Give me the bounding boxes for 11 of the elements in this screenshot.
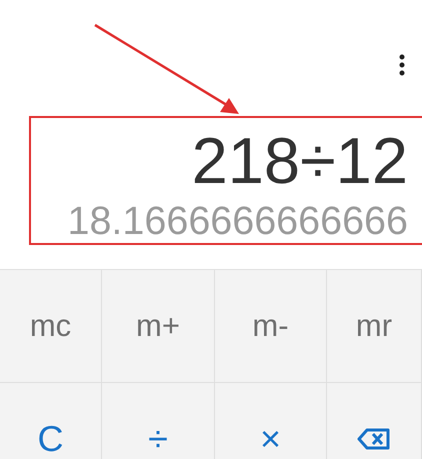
operator-key[interactable]: C (0, 383, 102, 459)
expression-text: 218÷12 (192, 123, 408, 199)
operator-key[interactable]: × (215, 383, 327, 459)
memory-key[interactable]: mr (327, 270, 422, 383)
result-text: 18.1666666666666 (68, 199, 408, 243)
backspace-icon (357, 428, 391, 450)
more-menu-icon[interactable] (399, 54, 405, 76)
memory-key[interactable]: mc (0, 270, 102, 383)
memory-key[interactable]: m- (215, 270, 327, 383)
memory-key[interactable]: m+ (102, 270, 215, 383)
operator-key[interactable]: ÷ (102, 383, 215, 459)
